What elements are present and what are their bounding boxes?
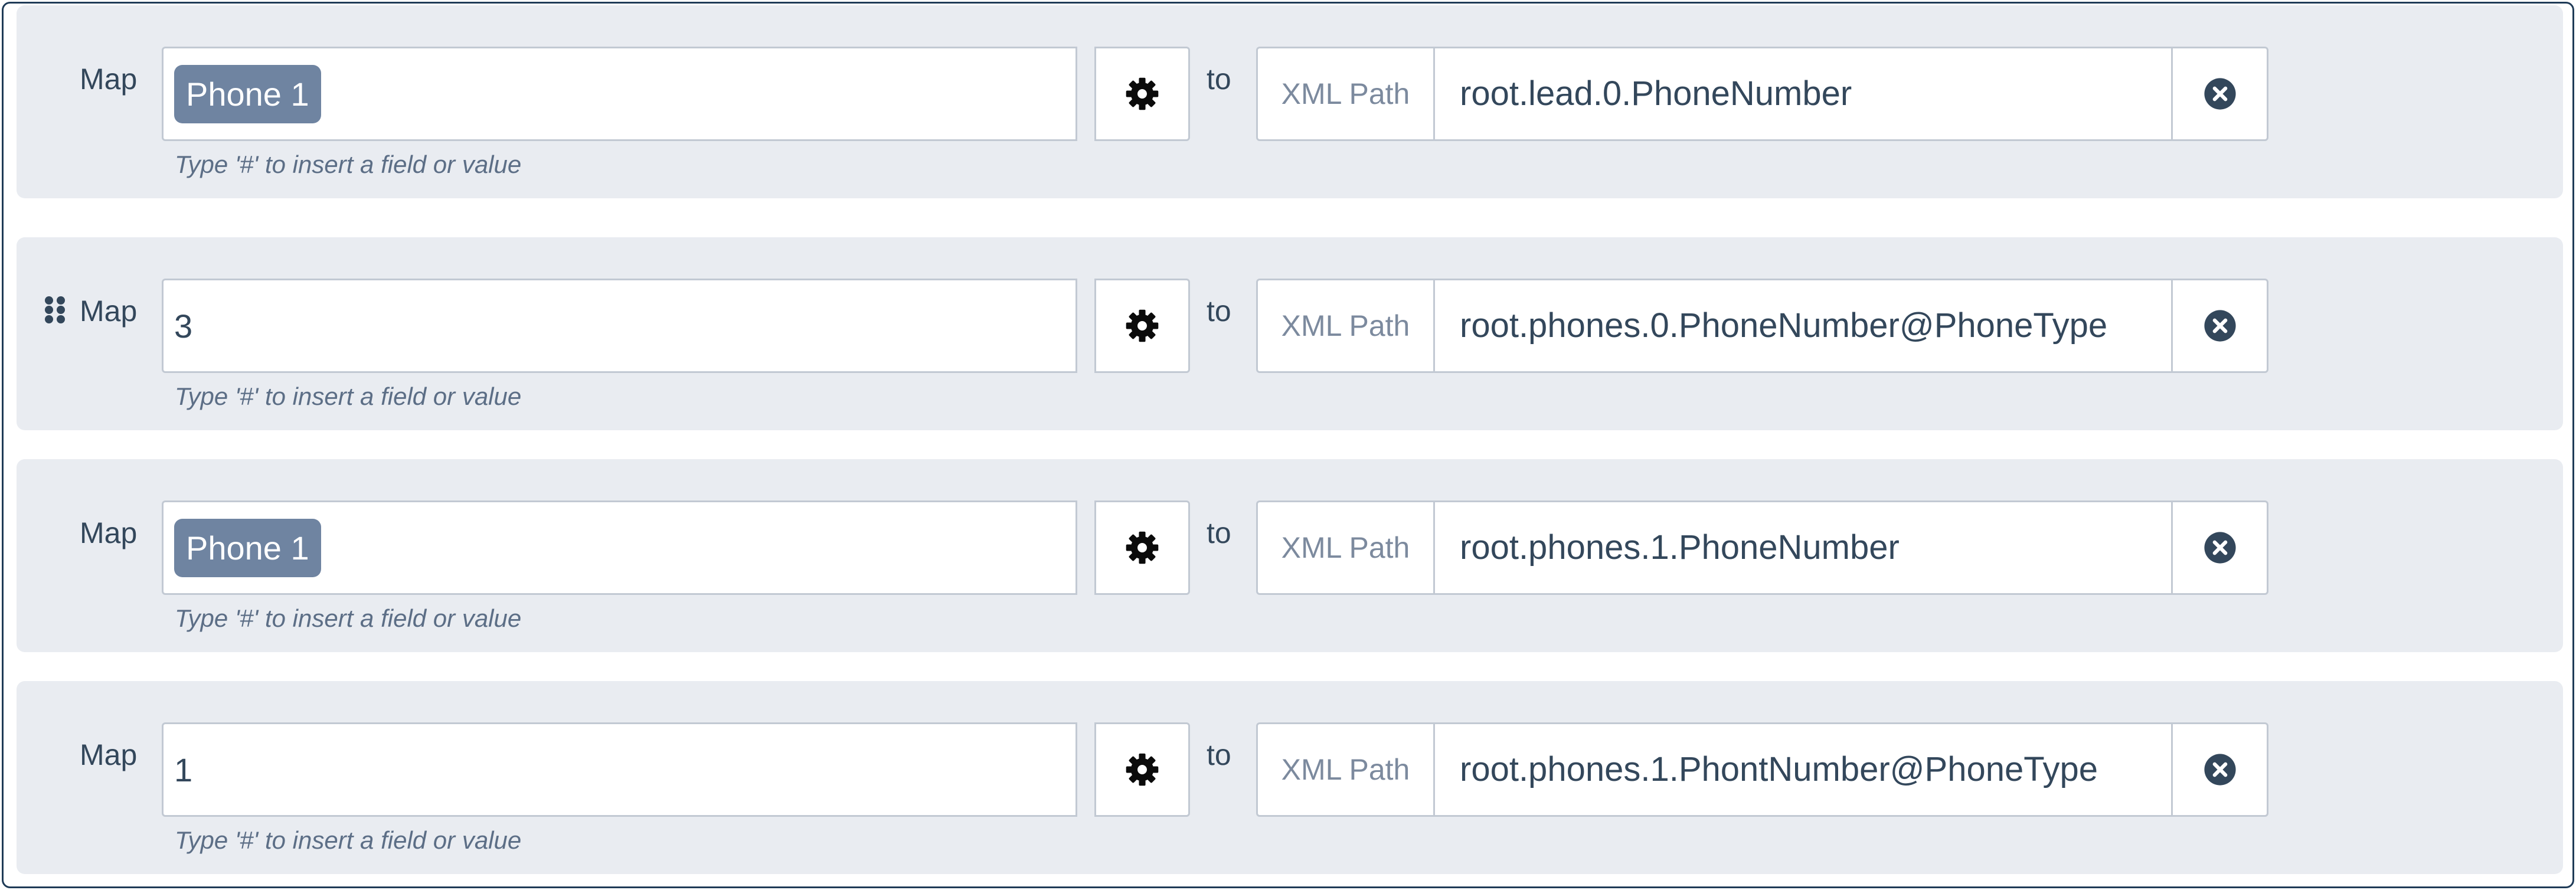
gear-icon xyxy=(1126,753,1159,786)
field-mapping-panel: Map Phone 1 Type '#' to insert a field o… xyxy=(2,2,2574,888)
settings-button[interactable] xyxy=(1094,47,1190,141)
map-value-input[interactable]: Phone 1 xyxy=(162,47,1077,141)
map-label: Map xyxy=(80,63,138,96)
to-label: to xyxy=(1207,295,1231,328)
gear-icon xyxy=(1126,531,1159,564)
settings-button[interactable] xyxy=(1094,722,1190,817)
map-label: Map xyxy=(80,516,138,549)
to-label: to xyxy=(1207,516,1231,549)
xml-path-input[interactable]: root.phones.1.PhontNumber@PhoneType xyxy=(1433,722,2173,817)
close-circle-icon xyxy=(2204,532,2236,564)
mapping-row: Map 3 Type '#' to insert a field or valu… xyxy=(17,237,2563,430)
gear-icon xyxy=(1126,77,1159,110)
xml-path-input[interactable]: root.lead.0.PhoneNumber xyxy=(1433,47,2173,141)
drag-handle-icon[interactable] xyxy=(45,296,66,325)
remove-mapping-button[interactable] xyxy=(2171,722,2268,817)
close-circle-icon xyxy=(2204,754,2236,786)
input-hint: Type '#' to insert a field or value xyxy=(175,604,522,632)
remove-mapping-button[interactable] xyxy=(2171,47,2268,141)
close-circle-icon xyxy=(2204,78,2236,110)
to-label: to xyxy=(1207,738,1231,771)
field-chip[interactable]: Phone 1 xyxy=(174,65,321,123)
input-hint: Type '#' to insert a field or value xyxy=(175,382,522,410)
close-circle-icon xyxy=(2204,310,2236,342)
mapping-row: Map 1 Type '#' to insert a field or valu… xyxy=(17,681,2563,874)
xml-path-input[interactable]: root.phones.0.PhoneNumber@PhoneType xyxy=(1433,279,2173,373)
xml-path-input[interactable]: root.phones.1.PhoneNumber xyxy=(1433,500,2173,595)
map-label: Map xyxy=(80,295,138,328)
remove-mapping-button[interactable] xyxy=(2171,279,2268,373)
map-value-text: 1 xyxy=(174,751,193,788)
mapping-row: Map Phone 1 Type '#' to insert a field o… xyxy=(17,5,2563,198)
xml-path-addon: XML Path xyxy=(1256,722,1435,817)
map-value-text: 3 xyxy=(174,307,193,345)
xml-path-addon: XML Path xyxy=(1256,47,1435,141)
xml-path-addon: XML Path xyxy=(1256,279,1435,373)
map-value-input[interactable]: 3 xyxy=(162,279,1077,373)
map-label: Map xyxy=(80,738,138,771)
settings-button[interactable] xyxy=(1094,500,1190,595)
field-chip[interactable]: Phone 1 xyxy=(174,519,321,577)
settings-button[interactable] xyxy=(1094,279,1190,373)
mapping-row: Map Phone 1 Type '#' to insert a field o… xyxy=(17,459,2563,652)
map-value-input[interactable]: 1 xyxy=(162,722,1077,817)
to-label: to xyxy=(1207,63,1231,96)
map-value-input[interactable]: Phone 1 xyxy=(162,500,1077,595)
gear-icon xyxy=(1126,309,1159,342)
input-hint: Type '#' to insert a field or value xyxy=(175,826,522,854)
xml-path-addon: XML Path xyxy=(1256,500,1435,595)
input-hint: Type '#' to insert a field or value xyxy=(175,150,522,178)
remove-mapping-button[interactable] xyxy=(2171,500,2268,595)
